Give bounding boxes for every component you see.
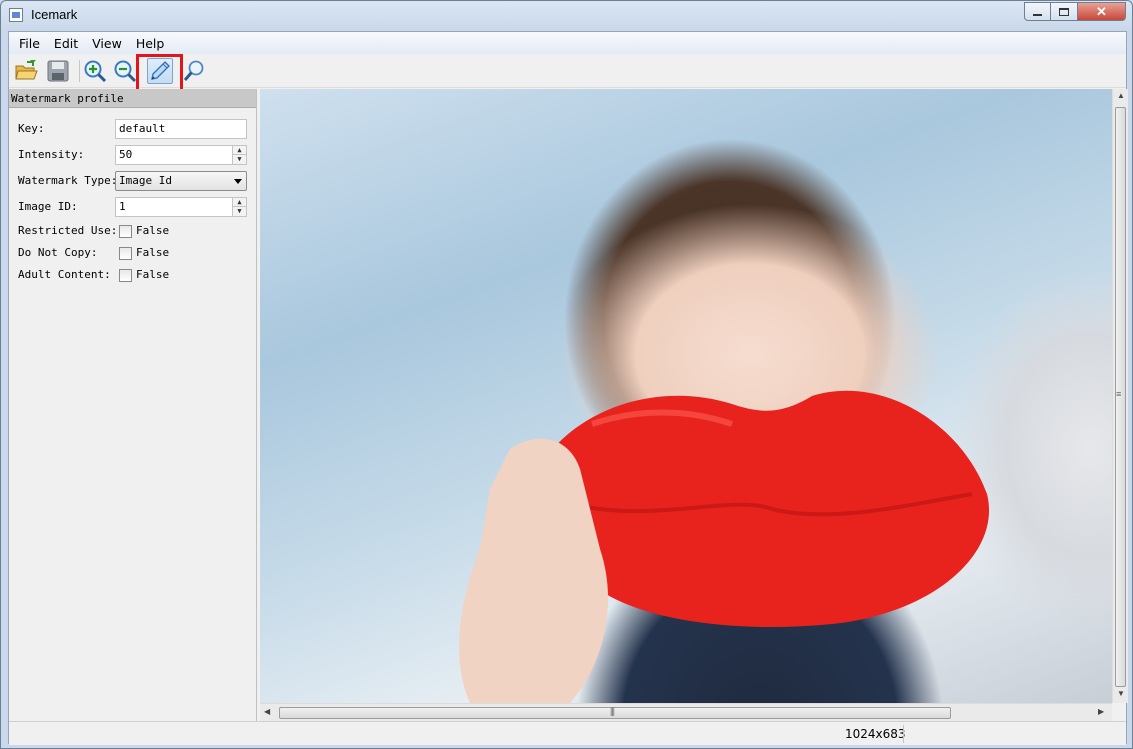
watermark-type-select[interactable]: Image Id: [115, 171, 247, 191]
spin-up-icon[interactable]: ▲: [233, 146, 246, 155]
hand: [459, 438, 609, 703]
image-id-value: 1: [119, 200, 126, 213]
image-dimensions: 1024x683: [845, 727, 906, 741]
magnifier-icon: [183, 60, 204, 81]
horizontal-scrollbar[interactable]: ◀ ||| ▶: [260, 703, 1112, 721]
grip-icon: ≡: [1116, 389, 1121, 399]
menu-view[interactable]: View: [85, 36, 129, 51]
open-folder-icon: [15, 60, 38, 80]
zoom-out-icon: [114, 60, 137, 83]
close-button[interactable]: ✕: [1078, 2, 1126, 21]
photo: [260, 89, 1112, 703]
restricted-use-checkbox[interactable]: [119, 225, 132, 238]
restricted-use-label: Restricted Use:: [18, 224, 118, 237]
do-not-copy-label: Do Not Copy:: [18, 246, 98, 259]
embed-watermark-button[interactable]: [147, 58, 173, 84]
watermark-type-label: Watermark Type:: [18, 174, 118, 187]
save-button[interactable]: [45, 58, 71, 84]
adult-content-checkbox[interactable]: [119, 269, 132, 282]
window-controls: ✕: [1024, 2, 1126, 21]
title-bar[interactable]: Icemark ✕: [1, 1, 1132, 31]
scroll-up-icon[interactable]: ▲: [1117, 91, 1125, 100]
close-icon: ✕: [1096, 3, 1107, 19]
image-id-spinner[interactable]: ▲ ▼: [232, 198, 246, 216]
zoom-out-button[interactable]: [112, 58, 138, 84]
adult-content-value: False: [136, 268, 170, 281]
intensity-field[interactable]: 50 ▲ ▼: [115, 145, 247, 165]
restricted-use-value: False: [136, 224, 170, 237]
menu-bar: File Edit View Help: [9, 32, 1126, 54]
intensity-value: 50: [119, 148, 133, 161]
grip-icon: |||: [610, 706, 615, 716]
app-icon: [9, 8, 23, 22]
image-id-field[interactable]: 1 ▲ ▼: [115, 197, 247, 217]
open-button[interactable]: [13, 58, 39, 84]
zoom-in-icon: [84, 60, 107, 83]
image-viewer[interactable]: [260, 89, 1112, 703]
status-separator: [903, 725, 904, 743]
scroll-left-icon[interactable]: ◀: [264, 707, 270, 716]
menu-help[interactable]: Help: [129, 36, 172, 51]
zoom-in-button[interactable]: [82, 58, 108, 84]
watermark-profile-panel: Watermark profile Key: default Intensity…: [9, 89, 257, 745]
toolbar: [9, 54, 1126, 96]
horizontal-scroll-thumb[interactable]: [279, 707, 951, 719]
dropdown-arrow-icon: [234, 179, 242, 184]
toolbar-separator: [79, 60, 80, 82]
key-value: default: [119, 122, 166, 135]
intensity-label: Intensity:: [18, 148, 85, 161]
maximize-button[interactable]: [1051, 2, 1078, 21]
key-field[interactable]: default: [115, 119, 247, 139]
spin-up-icon[interactable]: ▲: [233, 198, 246, 207]
intensity-spinner[interactable]: ▲ ▼: [232, 146, 246, 164]
app-window: Icemark ✕ File Edit View Help Watermark …: [0, 0, 1133, 749]
minimize-button[interactable]: [1024, 2, 1051, 21]
status-bar: 1024x683: [9, 721, 1126, 745]
scroll-down-icon[interactable]: ▼: [1117, 689, 1125, 698]
image-id-label: Image ID:: [18, 200, 78, 213]
detect-watermark-button[interactable]: [181, 58, 207, 84]
pen-icon: [151, 61, 170, 80]
watermark-type-value: Image Id: [119, 174, 172, 187]
save-icon: [47, 60, 69, 82]
window-title: Icemark: [31, 7, 78, 22]
spin-down-icon[interactable]: ▼: [233, 155, 246, 164]
menu-edit[interactable]: Edit: [47, 36, 85, 51]
scroll-right-icon[interactable]: ▶: [1098, 707, 1104, 716]
menu-file[interactable]: File: [12, 36, 47, 51]
spin-down-icon[interactable]: ▼: [233, 207, 246, 216]
do-not-copy-checkbox[interactable]: [119, 247, 132, 260]
key-label: Key:: [18, 122, 45, 135]
maximize-icon: [1059, 7, 1069, 16]
vertical-scrollbar[interactable]: ▲ ≡ ▼: [1112, 89, 1128, 703]
do-not-copy-value: False: [136, 246, 170, 259]
client-area: File Edit View Help Watermark profile Ke…: [8, 31, 1128, 745]
minimize-icon: [1033, 13, 1042, 16]
panel-header: Watermark profile: [9, 89, 256, 108]
adult-content-label: Adult Content:: [18, 268, 111, 281]
